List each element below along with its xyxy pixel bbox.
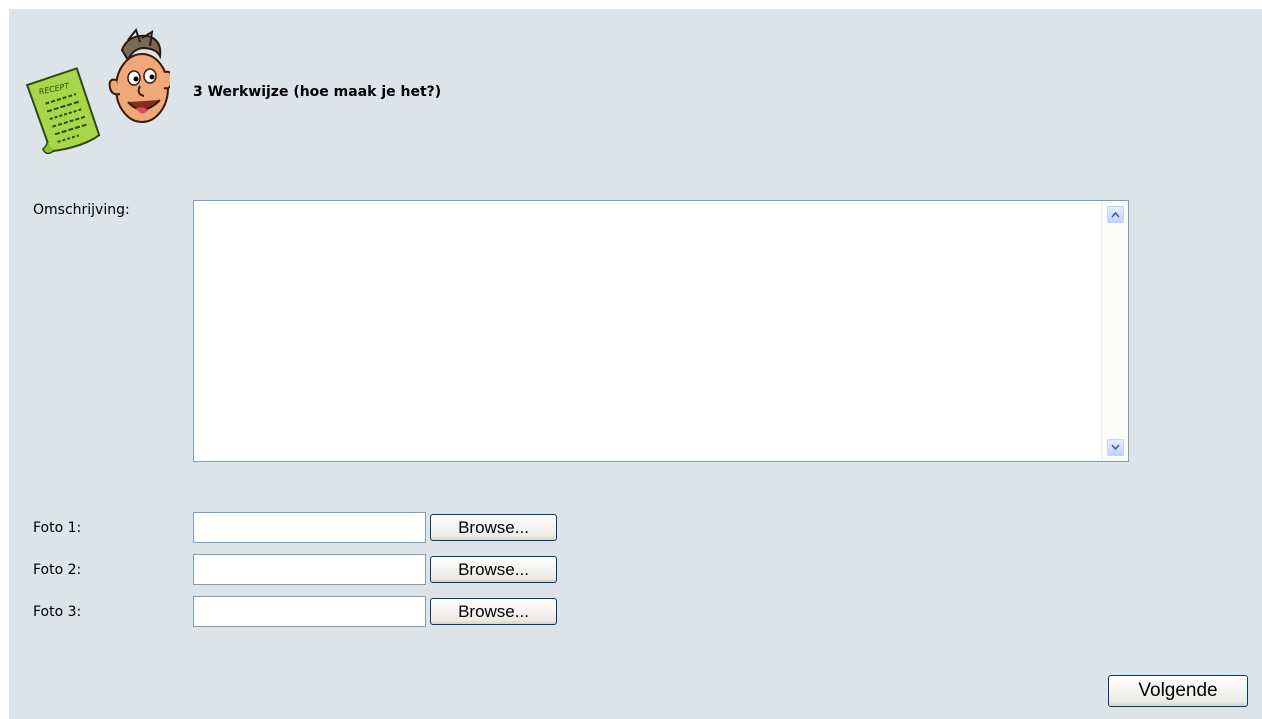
photo-1-browse-button[interactable]: Browse...: [430, 514, 557, 541]
recipe-mascot-logo-icon: RECEPT: [25, 27, 170, 155]
photo-2-browse-button[interactable]: Browse...: [430, 556, 557, 583]
photo-3-browse-button[interactable]: Browse...: [430, 598, 557, 625]
photo-2-label: Foto 2:: [33, 562, 82, 578]
page-title: 3 Werkwijze (hoe maak je het?): [193, 84, 442, 100]
description-label: Omschrijving:: [33, 202, 130, 218]
photo-3-file-input[interactable]: [193, 596, 426, 627]
photo-1-file-input[interactable]: [193, 512, 426, 543]
chevron-up-icon: [1111, 211, 1120, 218]
next-button[interactable]: Volgende: [1108, 675, 1248, 707]
scroll-up-button[interactable]: [1107, 206, 1124, 223]
scroll-down-button[interactable]: [1107, 439, 1124, 456]
photo-3-label: Foto 3:: [33, 604, 82, 620]
photo-2-file-input[interactable]: [193, 554, 426, 585]
photo-1-label: Foto 1:: [33, 520, 82, 536]
chevron-down-icon: [1111, 444, 1120, 451]
textarea-scrollbar[interactable]: [1101, 201, 1128, 461]
description-textarea[interactable]: [193, 200, 1129, 462]
